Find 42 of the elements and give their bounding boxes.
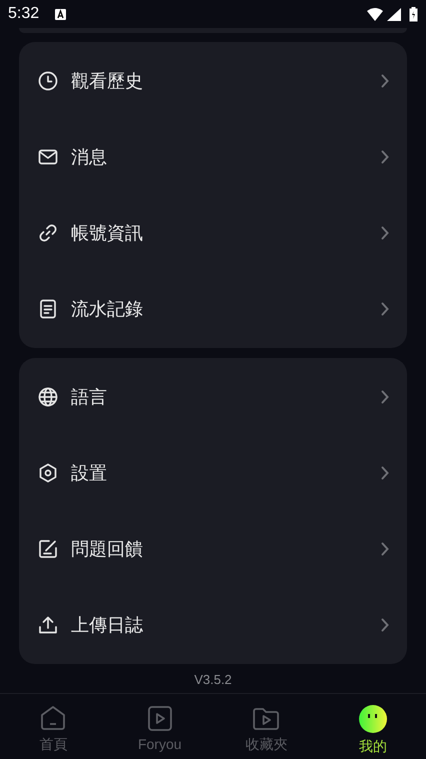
- upload-icon: [38, 615, 58, 635]
- menu-item[interactable]: 觀看歷史: [19, 43, 407, 119]
- menu-item[interactable]: 語言: [19, 359, 407, 435]
- menu-item[interactable]: 問題回饋: [19, 511, 407, 587]
- clock-icon: [38, 71, 58, 91]
- document-icon: [38, 299, 58, 319]
- battery-icon: [409, 6, 418, 22]
- menu-label: 流水記錄: [71, 298, 144, 320]
- menu-label: 設置: [71, 462, 108, 484]
- link-icon: [38, 223, 58, 243]
- version-text: V3.5.2: [194, 670, 232, 688]
- chevron-right-icon: [381, 466, 389, 480]
- chevron-right-icon: [381, 390, 389, 404]
- settings-icon: [38, 463, 58, 483]
- menu-item[interactable]: 流水記錄: [19, 271, 407, 347]
- menu-label: 語言: [71, 386, 108, 408]
- globe-icon: [38, 387, 58, 407]
- menu-label: 觀看歷史: [71, 70, 144, 92]
- menu-label: 問題回饋: [71, 538, 144, 560]
- menu-label: 消息: [71, 146, 108, 168]
- wifi-icon: [367, 8, 383, 20]
- menu-label: 帳號資訊: [71, 222, 144, 244]
- status-time: 5:32: [8, 4, 40, 24]
- signal-icon: [387, 8, 401, 20]
- play-icon: [146, 704, 174, 732]
- menu-label: 上傳日誌: [71, 614, 144, 636]
- nav-tab[interactable]: 我的: [320, 694, 426, 759]
- avatar-icon: [358, 704, 388, 734]
- mail-icon: [38, 147, 58, 167]
- home-icon: [39, 704, 68, 732]
- edit-icon: [38, 539, 58, 559]
- chevron-right-icon: [381, 302, 389, 316]
- chevron-right-icon: [381, 226, 389, 240]
- menu-item[interactable]: 帳號資訊: [19, 195, 407, 271]
- menu-item[interactable]: 上傳日誌: [19, 587, 407, 663]
- notification-icon: [55, 8, 66, 20]
- chevron-right-icon: [381, 618, 389, 632]
- menu-item[interactable]: 設置: [19, 435, 407, 511]
- chevron-right-icon: [381, 150, 389, 164]
- chevron-right-icon: [381, 74, 389, 88]
- chevron-right-icon: [381, 542, 389, 556]
- menu-item[interactable]: 消息: [19, 119, 407, 195]
